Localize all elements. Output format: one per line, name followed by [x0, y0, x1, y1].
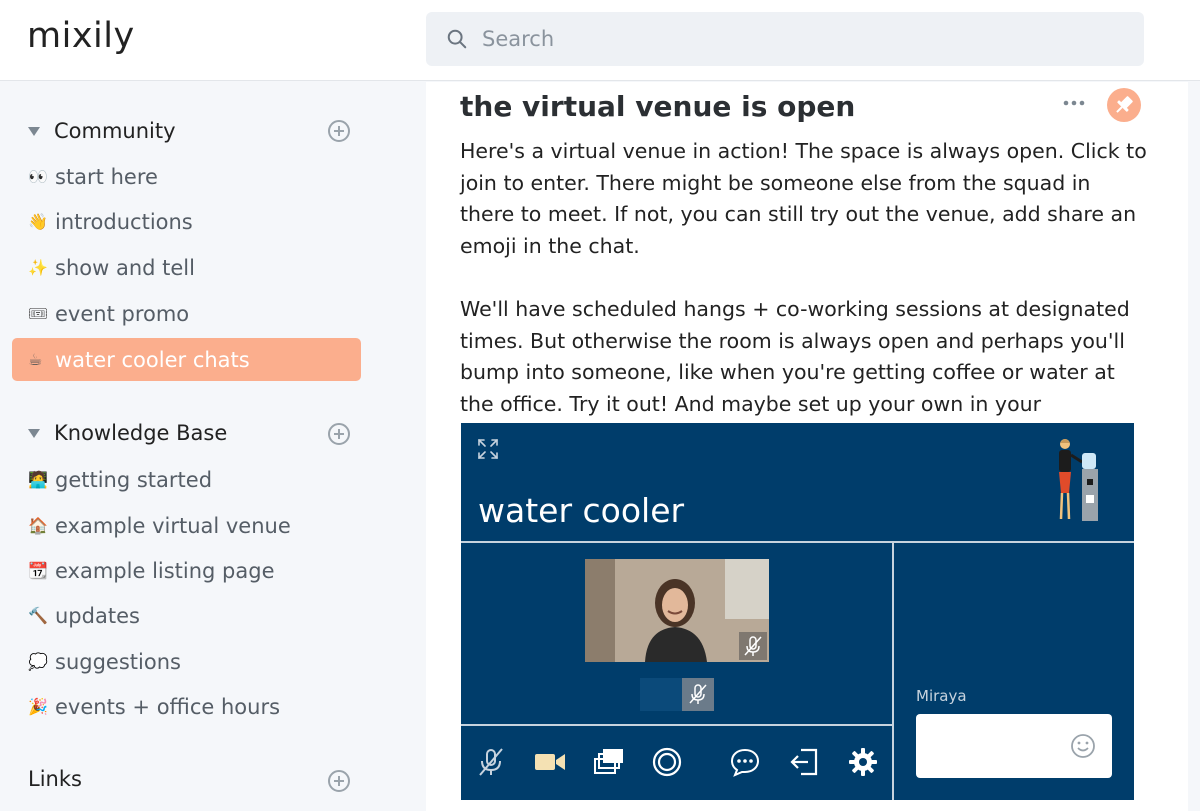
- mic-off-icon[interactable]: [475, 746, 507, 778]
- video-camera-icon[interactable]: [534, 746, 566, 778]
- sidebar: Community 👀 start here 👋 introductions ✨…: [0, 82, 380, 811]
- post-paragraph: Here's a virtual venue in action! The sp…: [460, 139, 1147, 258]
- sidebar-item-introductions[interactable]: 👋 introductions: [12, 200, 361, 243]
- divider: [892, 541, 894, 800]
- section-community[interactable]: Community: [28, 116, 176, 146]
- section-title: Links: [28, 767, 82, 791]
- sidebar-item-start-here[interactable]: 👀 start here: [12, 155, 361, 198]
- sidebar-item-example-listing-page[interactable]: 📆 example listing page: [12, 549, 361, 592]
- top-bar: mixily: [0, 0, 1200, 81]
- sidebar-item-label: updates: [55, 603, 140, 628]
- calendar-icon: 📆: [28, 561, 48, 580]
- sidebar-item-updates[interactable]: 🔨 updates: [12, 594, 361, 637]
- sidebar-item-label: example listing page: [55, 558, 275, 583]
- post-panel: the virtual venue is open Here's a virtu…: [426, 82, 1188, 811]
- section-title: Community: [54, 119, 176, 143]
- party-popper-icon: 🎉: [28, 697, 48, 716]
- smiley-icon[interactable]: [1070, 733, 1096, 759]
- record-icon[interactable]: [651, 746, 683, 778]
- water-cooler-illustration-icon: [1059, 439, 1098, 521]
- sidebar-item-label: water cooler chats: [55, 347, 250, 372]
- mic-off-icon: [744, 636, 762, 656]
- sidebar-item-events-office-hours[interactable]: 🎉 events + office hours: [12, 685, 361, 728]
- add-channel-knowledge-base-icon[interactable]: [328, 423, 350, 445]
- wave-icon: 👋: [28, 212, 48, 231]
- pin-icon: [1116, 96, 1133, 113]
- add-link-icon[interactable]: [328, 770, 350, 792]
- sidebar-item-label: show and tell: [55, 255, 195, 280]
- sidebar-item-getting-started[interactable]: 🧑‍💻 getting started: [12, 458, 361, 501]
- self-video-tile[interactable]: [640, 678, 714, 711]
- caret-down-icon: [28, 428, 40, 438]
- divider: [461, 541, 1134, 543]
- caret-down-icon: [28, 126, 40, 136]
- participant-video[interactable]: [585, 559, 769, 662]
- pin-button[interactable]: [1107, 88, 1141, 122]
- sidebar-item-label: example virtual venue: [55, 513, 291, 538]
- sidebar-item-label: suggestions: [55, 649, 181, 674]
- sparkles-icon: ✨: [28, 258, 48, 277]
- venue-title: water cooler: [478, 491, 685, 530]
- house-icon: 🏠: [28, 516, 48, 535]
- ticket-icon: 🎟: [28, 304, 49, 323]
- search-input[interactable]: [482, 12, 1122, 66]
- thought-bubble-icon: 💭: [28, 652, 48, 671]
- chat-user-name: Miraya: [916, 687, 967, 705]
- sidebar-item-example-virtual-venue[interactable]: 🏠 example virtual venue: [12, 504, 361, 547]
- add-channel-community-icon[interactable]: [328, 120, 350, 142]
- expand-icon[interactable]: [477, 438, 499, 460]
- muted-mic-badge: [739, 632, 767, 660]
- sidebar-item-show-and-tell[interactable]: ✨ show and tell: [12, 246, 361, 289]
- screen-share-icon[interactable]: [593, 746, 625, 778]
- search-bar[interactable]: [426, 12, 1144, 66]
- chat-input[interactable]: [916, 714, 1112, 778]
- search-icon: [447, 29, 467, 49]
- sidebar-item-label: start here: [55, 164, 158, 189]
- hammer-icon: 🔨: [28, 606, 48, 625]
- mic-off-icon: [689, 684, 707, 704]
- sidebar-item-label: introductions: [55, 209, 193, 234]
- leave-room-icon[interactable]: [788, 746, 820, 778]
- chat-bubble-icon[interactable]: [729, 746, 761, 778]
- more-options-icon[interactable]: [1063, 98, 1085, 108]
- sidebar-item-water-cooler-chats[interactable]: ☕ water cooler chats: [12, 338, 361, 381]
- mixily-logo[interactable]: mixily: [27, 16, 135, 56]
- post-title: the virtual venue is open: [460, 90, 856, 123]
- technologist-icon: 🧑‍💻: [28, 470, 48, 489]
- gear-icon[interactable]: [847, 746, 879, 778]
- sidebar-item-event-promo[interactable]: 🎟 event promo: [12, 292, 361, 335]
- eyes-icon: 👀: [28, 167, 48, 186]
- sidebar-item-label: getting started: [55, 467, 213, 492]
- section-links[interactable]: Links: [28, 764, 82, 794]
- coffee-icon: ☕: [28, 350, 43, 369]
- divider: [461, 724, 892, 726]
- section-knowledge-base[interactable]: Knowledge Base: [28, 418, 227, 448]
- section-title: Knowledge Base: [54, 421, 228, 445]
- sidebar-item-label: event promo: [55, 301, 190, 326]
- self-mic-badge: [682, 678, 714, 711]
- sidebar-item-suggestions[interactable]: 💭 suggestions: [12, 640, 361, 683]
- sidebar-item-label: events + office hours: [55, 694, 281, 719]
- virtual-venue-embed[interactable]: water cooler Miraya: [461, 423, 1134, 800]
